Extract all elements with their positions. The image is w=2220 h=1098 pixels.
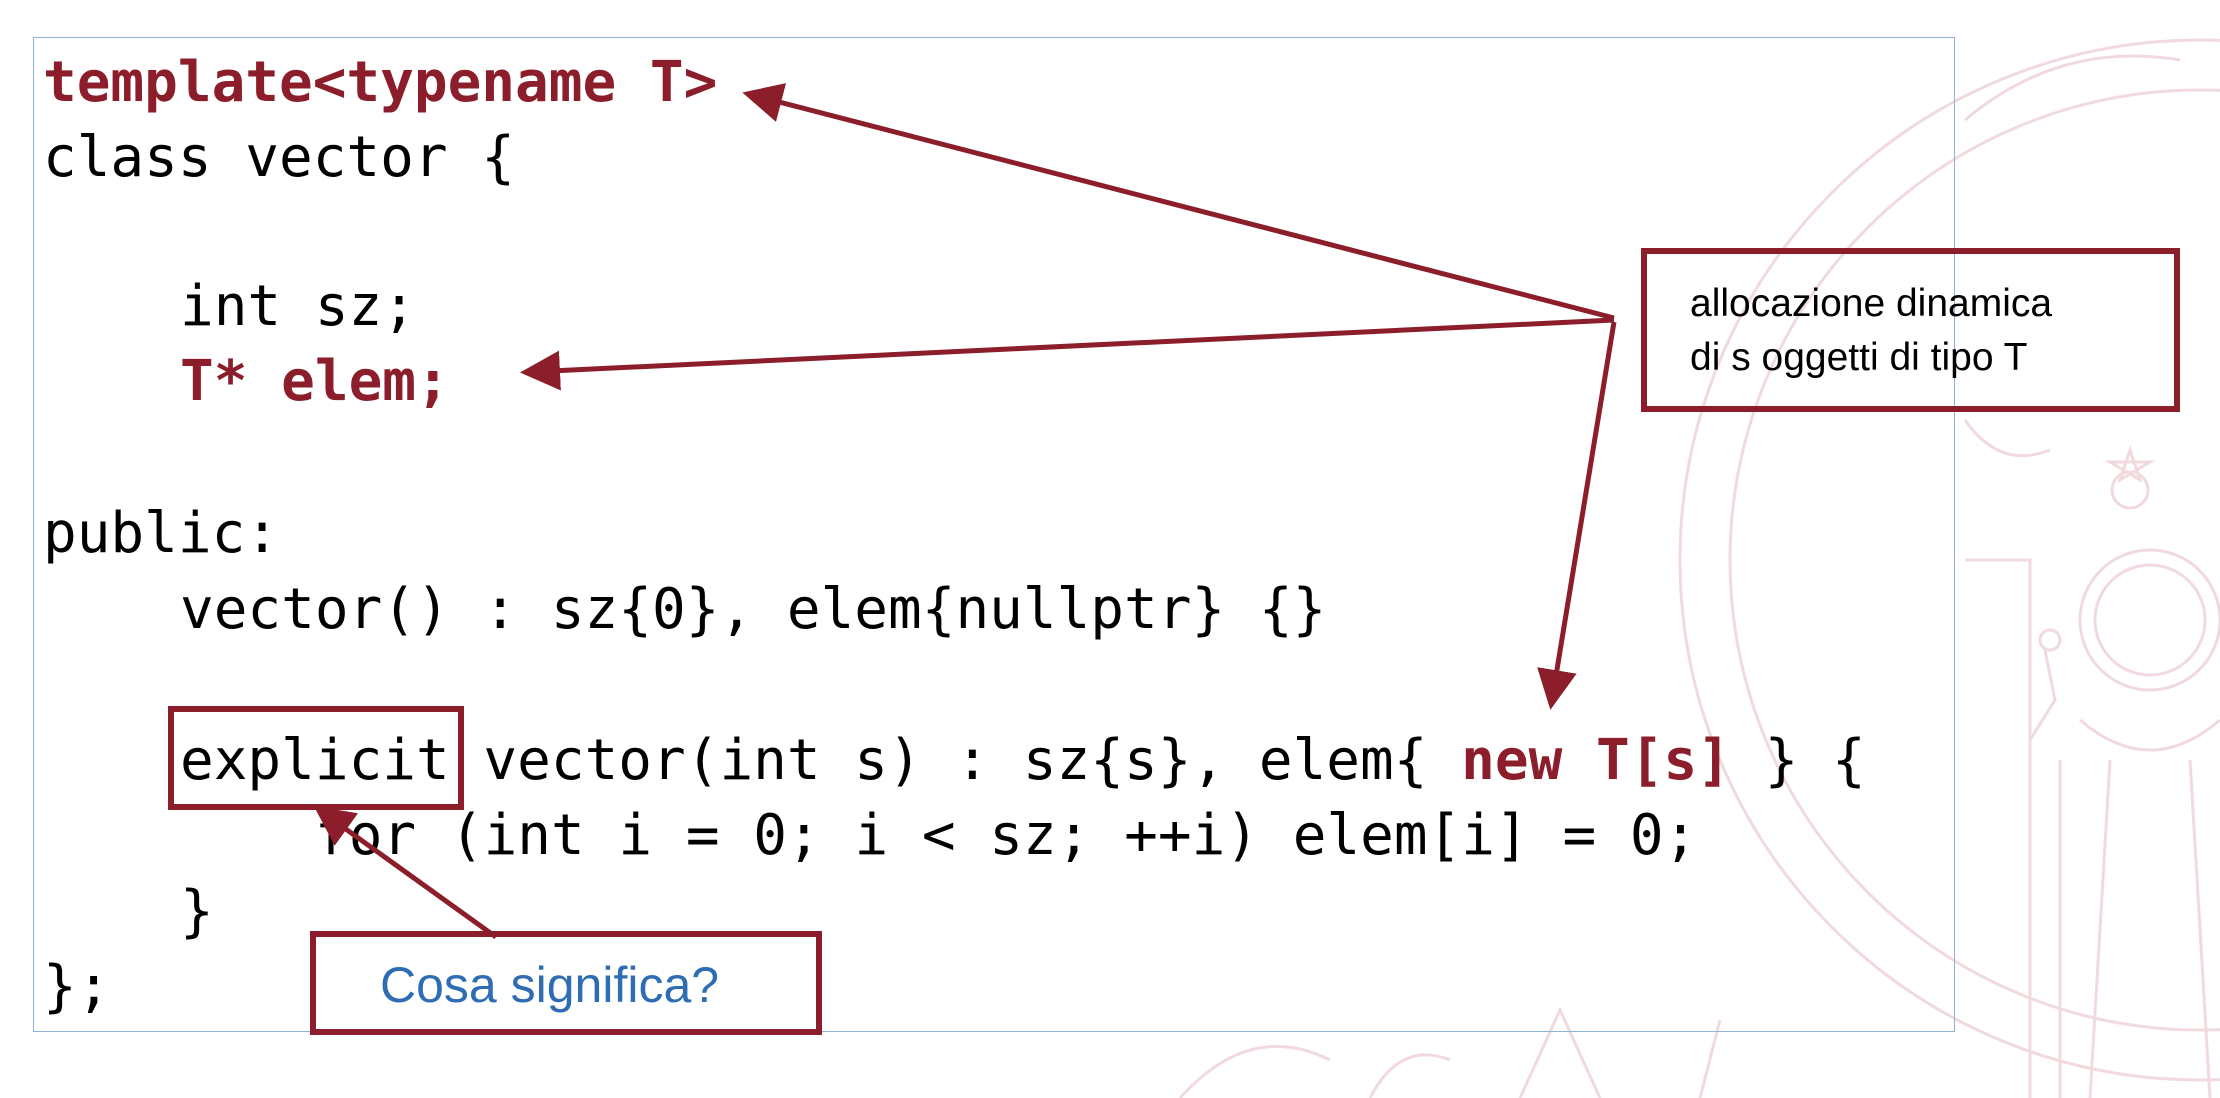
allocation-callout-line2: di s oggetti di tipo T bbox=[1690, 336, 2028, 379]
code-line-for-loop: for (int i = 0; i < sz; ++i) elem[i] = 0… bbox=[315, 803, 1698, 868]
allocation-callout-line1: allocazione dinamica bbox=[1690, 282, 2053, 325]
code-line-close-ctor: } bbox=[180, 879, 214, 944]
explicit-highlight-box bbox=[168, 706, 464, 810]
code-line-close-class: }; bbox=[43, 954, 111, 1019]
code-line-class: class vector { bbox=[43, 125, 516, 190]
question-callout-text: Cosa significa? bbox=[380, 957, 720, 1013]
code-line-default-ctor: vector() : sz{0}, elem{nullptr} {} bbox=[180, 577, 1327, 642]
ctor-signature: vector(int s) : sz{s}, elem{ bbox=[449, 728, 1462, 793]
new-expression: new T[s] bbox=[1461, 728, 1731, 793]
code-line-sz: int sz; bbox=[180, 274, 417, 339]
code-line-elem: T* elem; bbox=[180, 349, 450, 414]
code-line-public: public: bbox=[43, 501, 280, 566]
code-line-template: template<typename T> bbox=[43, 50, 718, 115]
ctor-body-open: } { bbox=[1730, 728, 1866, 793]
allocation-callout-box bbox=[1641, 248, 2180, 412]
